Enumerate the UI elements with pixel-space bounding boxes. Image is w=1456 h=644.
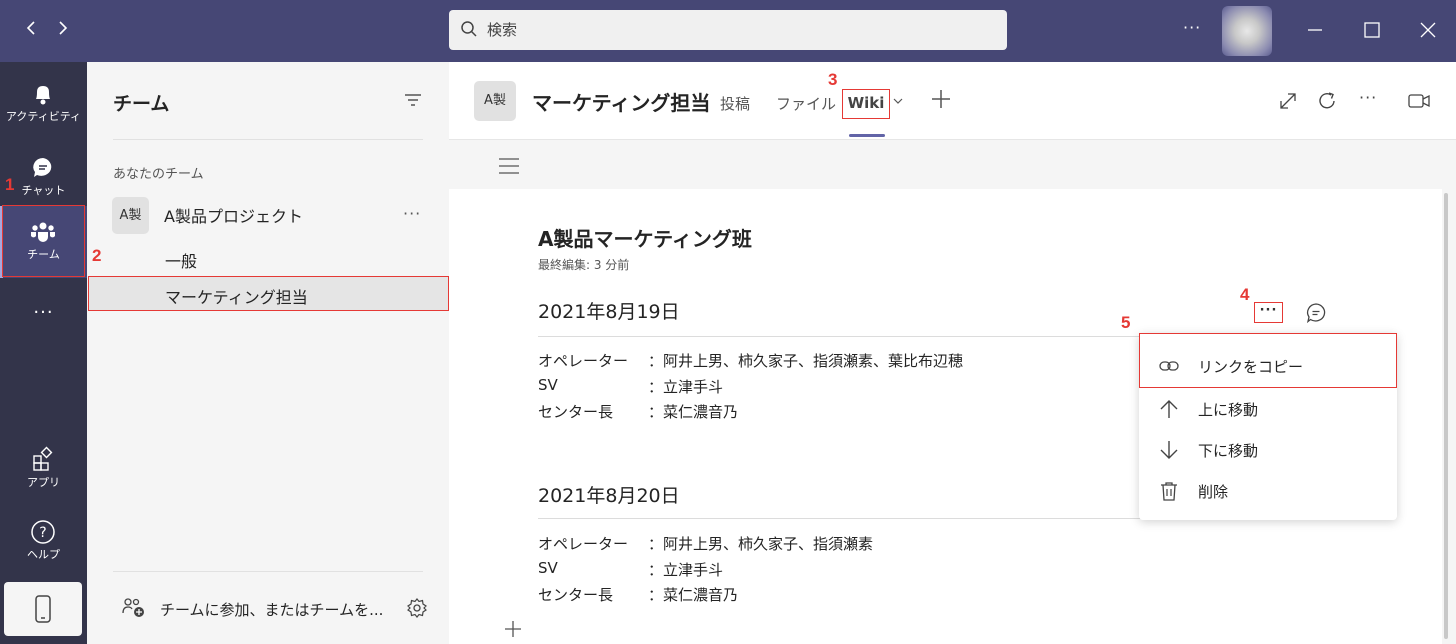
menu-item-label: 上に移動	[1198, 401, 1259, 419]
channel-item-marketing[interactable]: マーケティング担当	[165, 284, 308, 308]
filter-icon[interactable]	[403, 92, 423, 112]
step-marker-5: 5	[1121, 313, 1131, 332]
team-name[interactable]: A製品プロジェクト	[164, 203, 303, 227]
rail-item-activity[interactable]: アクティビティ	[0, 68, 87, 140]
bell-icon	[29, 80, 57, 108]
menu-item-label: リンクをコピー	[1198, 358, 1304, 376]
video-call-icon[interactable]	[1407, 90, 1431, 116]
expand-icon[interactable]	[1277, 90, 1299, 116]
maximize-icon[interactable]	[1360, 18, 1384, 42]
rail-label: アクティビティ	[5, 110, 82, 123]
rail-item-apps[interactable]: アプリ	[0, 434, 87, 506]
divider	[113, 571, 423, 572]
menu-item-move-up[interactable]: 上に移動	[1139, 388, 1397, 429]
teams-pane: チーム あなたのチーム A製 A製品プロジェクト ··· 一般 マーケティング担…	[87, 62, 449, 644]
row-label: オペレーター	[538, 352, 629, 370]
section-context-menu: リンクをコピー 上に移動 下に移動 削除	[1139, 333, 1397, 520]
rail-item-help[interactable]: ? ヘルプ	[0, 506, 87, 578]
step-marker-2: 2	[92, 246, 102, 265]
channel-avatar: A製	[474, 81, 516, 121]
forward-arrow-icon[interactable]	[51, 16, 75, 44]
tab-posts[interactable]: 投稿	[720, 93, 750, 114]
row-value: ：阿井上男、柿久家子、指須瀬素	[648, 535, 874, 553]
active-tab-indicator	[849, 134, 885, 137]
more-options-button[interactable]: ···	[1183, 18, 1201, 37]
channel-title: マーケティング担当	[532, 91, 711, 115]
add-section-icon[interactable]	[503, 619, 523, 643]
row-value: ：菜仁濃音乃	[648, 586, 739, 604]
row-value: ：立津手斗	[648, 378, 724, 396]
help-icon: ?	[29, 518, 57, 546]
team-avatar: A製	[112, 197, 149, 234]
scrollbar[interactable]	[1444, 193, 1448, 639]
menu-item-delete[interactable]: 削除	[1139, 470, 1397, 511]
row-value: ：菜仁濃音乃	[648, 403, 739, 421]
phone-icon	[33, 595, 53, 627]
row-value: ：立津手斗	[648, 561, 724, 579]
section-more-button[interactable]: ···	[1254, 302, 1283, 323]
chevron-down-icon[interactable]	[893, 95, 903, 108]
team-more-button[interactable]: ···	[403, 204, 421, 223]
arrow-up-icon	[1158, 398, 1180, 420]
rail-label: ヘルプ	[27, 548, 60, 561]
step-marker-4: 4	[1240, 285, 1250, 304]
arrow-down-icon	[1158, 439, 1180, 461]
apps-icon	[29, 446, 57, 474]
join-team-icon	[121, 597, 147, 623]
section-divider	[538, 518, 1144, 519]
hamburger-menu-icon[interactable]	[498, 157, 520, 179]
more-options-button[interactable]: ···	[1359, 88, 1377, 107]
row-label: SV	[538, 559, 558, 577]
pane-title: チーム	[113, 93, 170, 115]
row-label: オペレーター	[538, 535, 629, 553]
tab-wiki[interactable]: Wiki	[842, 89, 890, 119]
tab-files[interactable]: ファイル	[776, 93, 836, 114]
row-value: ：阿井上男、柿久家子、指須瀬素、葉比布辺穂	[648, 352, 964, 370]
search-placeholder: 検索	[487, 21, 518, 39]
link-icon	[1158, 355, 1180, 377]
rail-more-button[interactable]: ···	[0, 302, 87, 323]
divider	[113, 139, 423, 140]
menu-item-label: 下に移動	[1198, 442, 1259, 460]
back-arrow-icon[interactable]	[19, 16, 43, 44]
minimize-icon[interactable]	[1303, 18, 1327, 42]
gear-icon[interactable]	[406, 597, 428, 623]
row-label: SV	[538, 376, 558, 394]
section-title[interactable]: 2021年8月20日	[538, 481, 680, 508]
menu-item-move-down[interactable]: 下に移動	[1139, 429, 1397, 470]
channel-header: A製 マーケティング担当 投稿 ファイル Wiki ···	[449, 62, 1456, 140]
rail-label: アプリ	[27, 476, 60, 489]
mobile-app-button[interactable]	[4, 582, 82, 636]
chat-icon	[29, 154, 57, 182]
last-edited: 最終編集: 3 分前	[538, 258, 630, 272]
search-input[interactable]: 検索	[449, 10, 1007, 50]
refresh-icon[interactable]	[1316, 90, 1338, 116]
teams-highlight-box	[2, 205, 85, 277]
add-tab-icon[interactable]	[931, 86, 951, 116]
close-icon[interactable]	[1416, 18, 1440, 42]
menu-item-copy-link[interactable]: リンクをコピー	[1139, 345, 1397, 386]
section-label: あなたのチーム	[113, 167, 204, 182]
svg-text:?: ?	[39, 525, 46, 541]
row-label: センター長	[538, 586, 614, 604]
wiki-title: A製品マーケティング班	[538, 227, 752, 251]
row-label: センター長	[538, 403, 614, 421]
title-bar: 検索 ···	[0, 0, 1456, 62]
app-rail: アクティビティ チャット チーム ··· アプリ ? ヘルプ	[0, 62, 87, 644]
join-team-link[interactable]: チームに参加、またはチームを...	[160, 599, 383, 620]
comment-icon[interactable]	[1304, 301, 1328, 329]
search-icon	[460, 20, 478, 42]
step-marker-1: 1	[5, 175, 15, 194]
trash-icon	[1158, 480, 1180, 502]
channel-item-general[interactable]: 一般	[165, 248, 197, 272]
section-divider	[538, 336, 1144, 337]
section-title[interactable]: 2021年8月19日	[538, 297, 680, 324]
menu-item-label: 削除	[1198, 483, 1229, 501]
avatar[interactable]	[1222, 6, 1272, 56]
step-marker-3: 3	[828, 70, 838, 89]
